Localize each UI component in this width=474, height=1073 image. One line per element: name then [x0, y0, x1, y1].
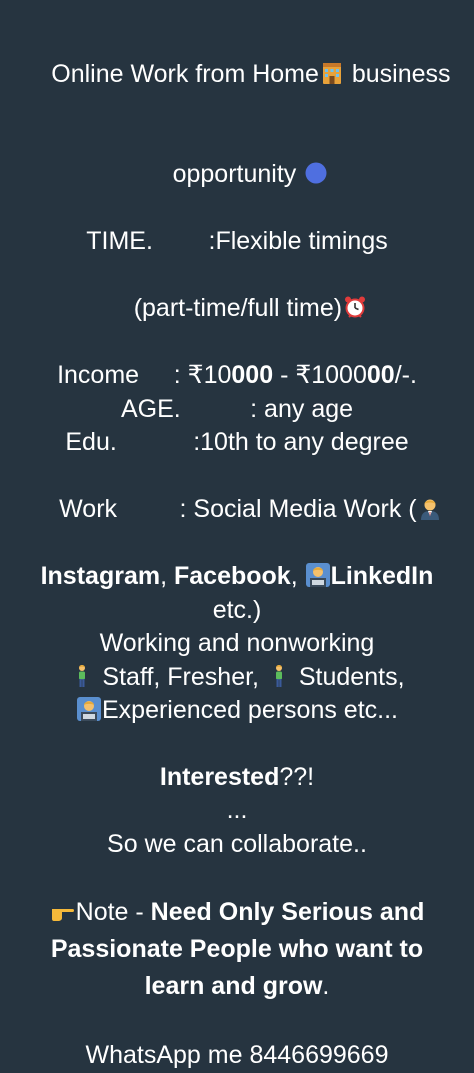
staff-text-2: Students,	[291, 662, 405, 691]
office-building-icon	[320, 61, 344, 85]
note-text-1: Need Only Serious and	[150, 898, 425, 926]
income-text-1: Income : ₹10	[57, 361, 232, 389]
separator-2: ,	[290, 562, 305, 590]
work-text: Work : Social Media Work (	[59, 495, 417, 523]
headline-line-1: Online Work from Home business	[0, 24, 474, 125]
interested-punct: ??!	[279, 762, 315, 791]
man-standing-icon	[267, 664, 291, 688]
note-label: Note -	[75, 898, 151, 926]
income-text-3: - ₹1000	[273, 361, 367, 389]
note-line-1: Note - Need Only Serious and	[0, 894, 474, 931]
income-text-5: /-.	[394, 361, 417, 389]
blue-circle-icon	[304, 161, 328, 185]
technologist-icon	[77, 697, 101, 721]
separator-1: ,	[160, 562, 174, 590]
note-line-3: learn and grow.	[0, 968, 474, 1005]
headline-line-2: opportunity	[0, 125, 474, 226]
education-line: Edu. :10th to any degree	[65, 428, 409, 456]
collaborate-line: So we can collaborate..	[107, 829, 367, 858]
work-line: Work : Social Media Work (	[0, 460, 474, 561]
headline-text-2: business	[344, 59, 451, 88]
interested-line: Interested??!	[0, 761, 474, 795]
alarm-clock-icon	[343, 295, 367, 319]
staff-text-1: Staff, Fresher,	[95, 662, 266, 691]
staff-line: Staff, Fresher, Students,	[0, 661, 474, 695]
note-period: .	[322, 972, 330, 1000]
instagram-text: Instagram	[40, 562, 161, 590]
facebook-text: Facebook	[173, 562, 291, 590]
interested-text: Interested	[159, 762, 280, 791]
pointing-right-icon	[51, 899, 75, 923]
experienced-text: Experienced persons etc...	[102, 696, 398, 724]
working-line: Working and nonworking	[99, 629, 375, 657]
time-detail-line: (part-time/full time)	[0, 259, 474, 360]
whatsapp-line[interactable]: WhatsApp me 8446699669	[0, 1039, 474, 1073]
headline-text: Online Work from Home	[51, 59, 319, 88]
income-line: Income : ₹10000 - ₹100000/-.	[0, 359, 474, 393]
age-line: AGE. : any age	[120, 394, 354, 423]
man-standing-icon	[70, 664, 94, 688]
note-block: Note - Need Only Serious and Passionate …	[0, 894, 474, 1005]
office-worker-icon	[418, 496, 442, 520]
linkedin-text: LinkedIn	[330, 562, 434, 590]
technologist-icon	[305, 563, 330, 587]
ellipsis-line: ...	[226, 796, 248, 824]
platforms-line: Instagram, Facebook, LinkedIn	[0, 560, 474, 594]
poster: Online Work from Home business opportuni…	[0, 0, 474, 1070]
opportunity-text: opportunity	[172, 160, 304, 188]
time-line: TIME. :Flexible timings	[86, 227, 388, 255]
note-line-2: Passionate People who want to	[50, 935, 424, 963]
income-text-2: 000	[231, 361, 274, 389]
etc-line: etc.)	[212, 595, 262, 624]
experienced-line: Experienced persons etc...	[0, 694, 474, 728]
time-detail-text: (part-time/full time)	[133, 294, 343, 322]
income-text-4: 00	[366, 361, 395, 389]
note-text-3: learn and grow	[144, 972, 323, 1000]
